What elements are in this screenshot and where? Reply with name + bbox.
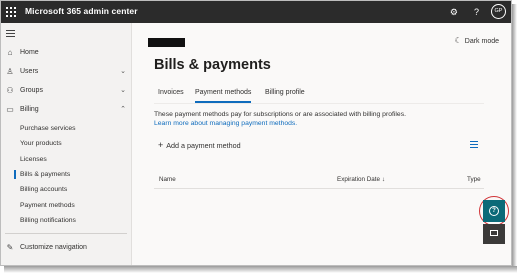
nav-label: Billing notifications [20, 217, 76, 224]
nav-label: Users [20, 68, 39, 75]
column-header-label: Expiration Date [337, 176, 381, 183]
nav-item-home[interactable]: ⌂ Home [1, 46, 131, 60]
tab-invoices[interactable]: Invoices [158, 89, 184, 96]
pencil-icon: ✎ [6, 243, 14, 252]
home-icon: ⌂ [7, 48, 13, 57]
dark-mode-toggle[interactable]: ☾ Dark mode [455, 36, 499, 45]
screenshot-shadow-right [512, 4, 517, 270]
add-button-label: Add a payment method [166, 141, 241, 150]
description-text: These payment methods pay for subscripti… [154, 111, 406, 118]
page-title: Bills & payments [154, 57, 271, 73]
feedback-button[interactable] [483, 224, 505, 244]
tab-billing-profile[interactable]: Billing profile [265, 89, 305, 96]
admin-center-window: Microsoft 365 admin center ⚙ ? GP ⌂ Home… [0, 0, 512, 266]
sidebar-item-purchase-services[interactable]: Purchase services [1, 122, 131, 135]
sidebar-item-billing-notifications[interactable]: Billing notifications [1, 214, 131, 227]
collapse-menu-icon[interactable] [6, 30, 15, 39]
nav-label: Payment methods [20, 202, 75, 209]
chevron-up-icon: ⌃ [120, 106, 126, 113]
user-avatar[interactable]: GP [491, 4, 506, 19]
nav-item-groups[interactable]: ⚇ Groups ⌄ [1, 84, 131, 98]
sidebar-divider [5, 233, 127, 234]
add-payment-method-button[interactable]: + Add a payment method [158, 140, 241, 150]
table-header-divider [154, 188, 484, 189]
sidebar-item-licenses[interactable]: Licenses [1, 153, 131, 166]
plus-icon: + [158, 140, 164, 150]
help-question-icon[interactable]: ? [474, 6, 479, 18]
chevron-down-icon: ⌄ [120, 87, 126, 94]
dark-mode-label: Dark mode [464, 38, 499, 45]
column-header-type[interactable]: Type [467, 176, 481, 183]
sidebar-item-payment-methods[interactable]: Payment methods [1, 199, 131, 212]
app-title[interactable]: Microsoft 365 admin center [25, 6, 138, 16]
nav-label: Billing [20, 106, 39, 113]
left-navigation: ⌂ Home ♙ Users ⌄ ⚇ Groups ⌄ ▭ Billing ⌃ … [1, 23, 132, 265]
column-header-expiration-date[interactable]: Expiration Date ↓ [337, 176, 385, 183]
help-question-icon: ? [489, 206, 499, 216]
nav-label: Home [20, 49, 39, 56]
tab-payment-methods[interactable]: Payment methods [195, 89, 252, 103]
app-launcher-icon[interactable] [6, 7, 16, 17]
nav-label: Groups [20, 87, 43, 94]
chevron-down-icon: ⌄ [120, 68, 126, 75]
nav-label: Bills & payments [20, 171, 71, 178]
sidebar-item-billing-accounts[interactable]: Billing accounts [1, 183, 131, 196]
active-indicator [14, 170, 16, 179]
moon-icon: ☾ [454, 36, 462, 45]
screenshot-shadow-bottom [4, 266, 517, 273]
sort-arrow-down-icon: ↓ [381, 176, 385, 183]
person-icon: ♙ [6, 67, 14, 76]
billing-icon: ▭ [6, 105, 14, 114]
sidebar-item-bills-payments[interactable]: Bills & payments [1, 168, 131, 181]
tab-divider [154, 103, 484, 104]
groups-icon: ⚇ [6, 86, 14, 95]
column-header-name[interactable]: Name [159, 176, 176, 183]
redacted-org-name [148, 38, 185, 47]
top-bar: Microsoft 365 admin center ⚙ ? GP [1, 1, 511, 23]
sidebar-item-your-products[interactable]: Your products [1, 137, 131, 150]
nav-item-billing[interactable]: ▭ Billing ⌃ [1, 103, 131, 117]
nav-label: Licenses [20, 156, 47, 163]
nav-label: Your products [20, 140, 62, 147]
nav-item-users[interactable]: ♙ Users ⌄ [1, 65, 131, 79]
settings-gear-icon[interactable]: ⚙ [450, 6, 458, 18]
help-support-button[interactable]: ? [483, 200, 505, 222]
nav-item-customize-navigation[interactable]: ✎ Customize navigation [1, 241, 131, 255]
learn-more-link[interactable]: Learn more about managing payment method… [154, 120, 297, 127]
nav-label: Purchase services [20, 125, 76, 132]
chat-icon [490, 230, 498, 236]
main-content: ☾ Dark mode Bills & payments Invoices Pay… [132, 23, 511, 265]
list-options-icon[interactable] [470, 141, 478, 150]
nav-label: Customize navigation [20, 244, 87, 251]
nav-label: Billing accounts [20, 186, 68, 193]
